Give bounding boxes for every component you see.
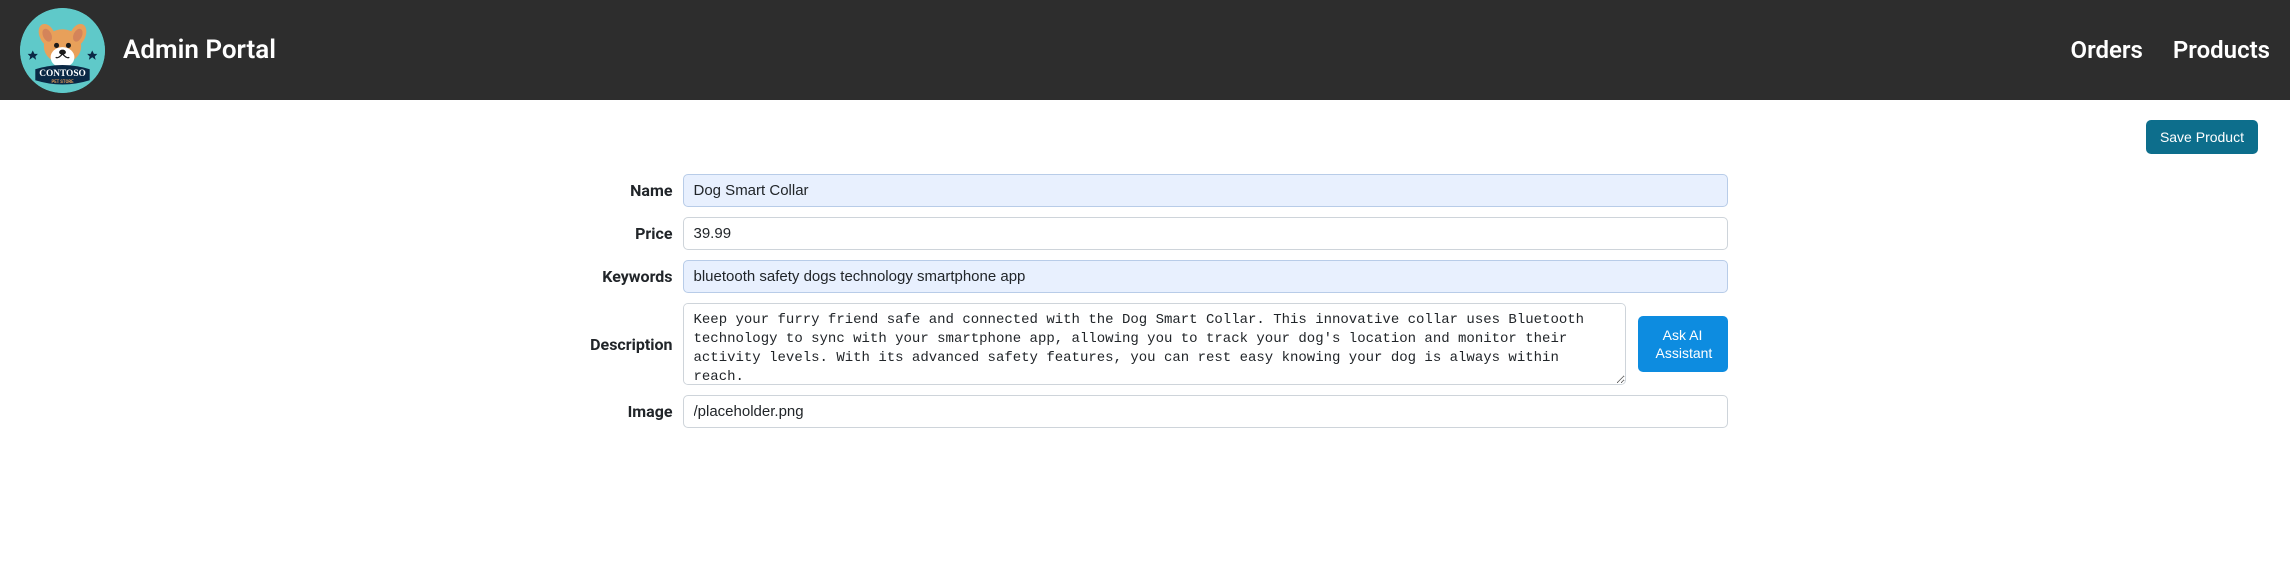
form-row-image: Image [563, 395, 1728, 428]
name-input[interactable] [683, 174, 1728, 207]
keywords-input[interactable] [683, 260, 1728, 293]
price-label: Price [563, 224, 673, 243]
nav-products[interactable]: Products [2173, 36, 2270, 64]
header-left: CONTOSO PET STORE Admin Portal [20, 8, 276, 93]
image-input[interactable] [683, 395, 1728, 428]
svg-text:PET STORE: PET STORE [52, 79, 75, 84]
form-row-keywords: Keywords [563, 260, 1728, 293]
form-row-name: Name [563, 174, 1728, 207]
image-label: Image [563, 402, 673, 421]
portal-title: Admin Portal [123, 35, 276, 65]
svg-text:CONTOSO: CONTOSO [39, 69, 86, 79]
price-input[interactable] [683, 217, 1728, 250]
product-form: Name Price Keywords Description Ask AI A… [563, 174, 1728, 428]
save-product-button[interactable]: Save Product [2146, 120, 2258, 154]
app-header: CONTOSO PET STORE Admin Portal Orders Pr… [0, 0, 2290, 100]
name-label: Name [563, 181, 673, 200]
description-label: Description [563, 335, 673, 354]
keywords-label: Keywords [563, 267, 673, 286]
nav-orders[interactable]: Orders [2071, 36, 2143, 64]
save-row: Save Product [20, 120, 2270, 154]
form-row-price: Price [563, 217, 1728, 250]
form-row-description: Description Ask AI Assistant [563, 303, 1728, 385]
description-wrapper: Ask AI Assistant [683, 303, 1728, 385]
ask-ai-assistant-button[interactable]: Ask AI Assistant [1638, 316, 1728, 372]
content-area: Save Product Name Price Keywords Descrip… [0, 100, 2290, 458]
nav-links: Orders Products [2071, 36, 2270, 64]
description-textarea[interactable] [683, 303, 1626, 385]
contoso-logo-icon: CONTOSO PET STORE [20, 8, 105, 93]
